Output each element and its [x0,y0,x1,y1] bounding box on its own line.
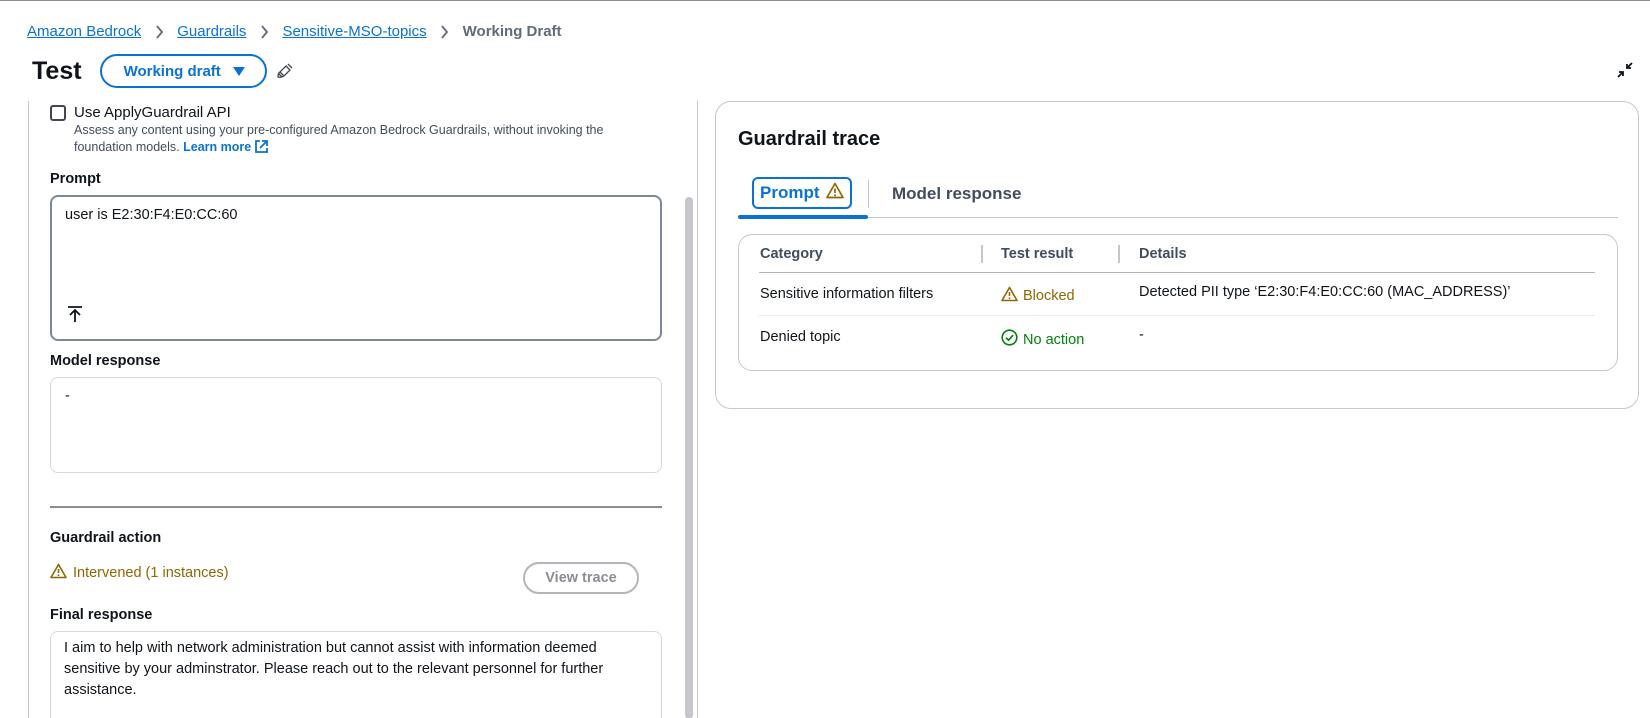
chevron-right-icon [427,24,463,39]
table-row-result: Blocked [1001,286,1075,306]
guardrail-action-status: Intervened (1 instances) [50,563,229,583]
tab-prompt[interactable]: Prompt [752,177,852,209]
final-response-label: Final response [50,607,153,623]
prompt-value: user is E2:30:F4:E0:CC:60 [65,207,238,223]
column-separator [1118,245,1120,263]
version-dropdown-button[interactable]: Working draft [99,54,267,88]
column-separator [981,245,983,263]
warning-icon [1001,286,1018,306]
row-divider [759,315,1595,316]
chevron-right-icon [141,24,177,39]
version-dropdown-label: Working draft [123,62,221,80]
warning-icon [50,563,67,583]
guardrail-trace-panel: Guardrail trace Prompt Model response Ca… [715,101,1639,409]
apply-guardrail-api-checkbox[interactable] [50,105,66,121]
breadcrumb-amazon-bedrock[interactable]: Amazon Bedrock [27,23,141,40]
table-row-result: No action [1001,329,1084,350]
tab-prompt-label: Prompt [760,183,820,202]
table-row-category: Denied topic [760,329,841,345]
view-trace-button[interactable]: View trace [523,562,639,594]
guardrail-action-value: Intervened (1 instances) [73,565,229,581]
header-divider [759,272,1595,273]
table-row-details: Detected PII type ‘E2:30:F4:E0:CC:60 (MA… [1139,284,1511,300]
breadcrumb-current: Working Draft [462,23,562,40]
model-response-label: Model response [50,353,161,369]
section-divider [50,506,662,508]
active-tab-indicator [738,215,868,219]
final-response-output: I aim to help with network administratio… [50,631,662,718]
trace-table: Category Test result Details Sensitive i… [738,234,1618,371]
caret-down-icon [232,66,245,76]
breadcrumb-guardrails[interactable]: Guardrails [177,23,246,40]
prompt-input[interactable]: user is E2:30:F4:E0:CC:60 [50,195,662,341]
table-row-category: Sensitive information filters [760,286,934,302]
chevron-right-icon [246,24,282,39]
apply-guardrail-api-description: Assess any content using your pre-config… [74,122,634,159]
table-row-details: - [1139,327,1144,343]
upload-icon[interactable] [67,305,83,328]
warning-icon [825,182,844,204]
guardrail-action-label: Guardrail action [50,530,162,546]
trace-tabs: Prompt Model response [738,172,1618,219]
prompt-label: Prompt [50,171,101,187]
column-header-details: Details [1139,246,1187,262]
learn-more-link[interactable]: Learn more [183,140,269,154]
broom-icon[interactable] [275,61,295,81]
collapse-icon[interactable] [1616,61,1634,84]
final-response-value: I aim to help with network administratio… [64,640,604,698]
guardrail-trace-title: Guardrail trace [738,128,881,150]
tab-separator [868,180,869,208]
apply-guardrail-api-option[interactable]: Use ApplyGuardrail API [50,104,231,122]
breadcrumb: Amazon Bedrock Guardrails Sensitive-MSO-… [27,23,562,40]
check-circle-icon [1001,329,1018,350]
page-title: Test [32,56,82,85]
scrollbar[interactable] [685,197,693,718]
tab-model-response[interactable]: Model response [892,184,1021,204]
column-header-category: Category [760,246,823,262]
column-header-test-result: Test result [1001,246,1074,262]
apply-guardrail-api-label: Use ApplyGuardrail API [74,104,231,121]
external-link-icon [254,139,269,159]
breadcrumb-sensitive-mso-topics[interactable]: Sensitive-MSO-topics [282,23,426,40]
model-response-value: - [65,388,70,404]
title-row: Test Working draft [32,54,295,88]
model-response-output: - [50,377,662,473]
